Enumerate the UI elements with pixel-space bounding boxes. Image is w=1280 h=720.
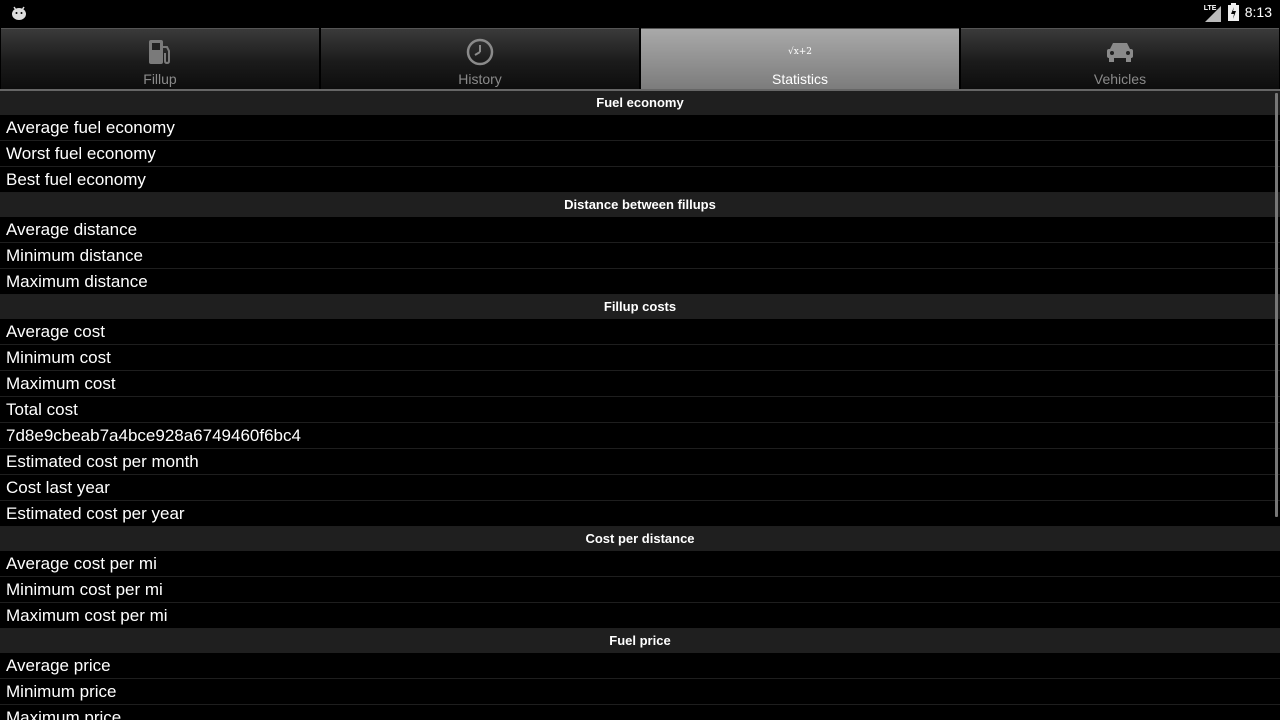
fuel-pump-icon — [144, 37, 176, 67]
stat-row[interactable]: Minimum cost per mi — [0, 577, 1280, 603]
stat-row[interactable]: Estimated cost per year — [0, 501, 1280, 527]
stat-row[interactable]: Average cost per mi — [0, 551, 1280, 577]
section-header: Distance between fillups — [0, 193, 1280, 217]
stat-row[interactable]: 7d8e9cbeab7a4bce928a6749460f6bc4 — [0, 423, 1280, 449]
stat-row[interactable]: Average price — [0, 653, 1280, 679]
stat-row[interactable]: Average distance — [0, 217, 1280, 243]
stat-row[interactable]: Minimum distance — [0, 243, 1280, 269]
battery-charging-icon — [1227, 3, 1239, 21]
signal-icon: LTE — [1203, 3, 1222, 22]
tab-statistics[interactable]: √x+2 Statistics — [641, 28, 959, 89]
stat-row[interactable]: Maximum cost per mi — [0, 603, 1280, 629]
stat-row[interactable]: Average cost — [0, 319, 1280, 345]
tab-vehicles[interactable]: Vehicles — [961, 28, 1279, 89]
stat-row[interactable]: Maximum price — [0, 705, 1280, 720]
android-notification-icon — [12, 6, 26, 20]
car-icon — [1104, 37, 1136, 67]
formula-icon-text: √x+2 — [787, 47, 813, 57]
tab-statistics-label: Statistics — [771, 71, 828, 87]
stat-row[interactable]: Estimated cost per month — [0, 449, 1280, 475]
section-header: Fillup costs — [0, 295, 1280, 319]
clock-icon — [464, 37, 496, 67]
stat-row[interactable]: Worst fuel economy — [0, 141, 1280, 167]
tab-fillup-label: Fillup — [143, 71, 177, 87]
formula-icon: √x+2 — [784, 37, 816, 67]
tab-bar: Fillup History √x+2 Statistics Vehicles — [0, 28, 1280, 90]
section-header: Fuel economy — [0, 91, 1280, 115]
tab-vehicles-label: Vehicles — [1093, 71, 1147, 87]
stat-row[interactable]: Minimum price — [0, 679, 1280, 705]
scrollbar[interactable] — [1275, 93, 1278, 517]
section-header: Cost per distance — [0, 527, 1280, 551]
tab-history[interactable]: History — [321, 28, 639, 89]
status-bar: LTE 8:13 — [0, 0, 1280, 24]
stat-row[interactable]: Maximum cost — [0, 371, 1280, 397]
section-header: Fuel price — [0, 629, 1280, 653]
network-type-label: LTE — [1203, 5, 1217, 12]
stat-row[interactable]: Best fuel economy — [0, 167, 1280, 193]
tab-history-label: History — [458, 71, 502, 87]
statistics-list[interactable]: Fuel economy Average fuel economy Worst fu… — [0, 91, 1280, 720]
clock: 8:13 — [1244, 4, 1272, 20]
stat-row[interactable]: Minimum cost — [0, 345, 1280, 371]
stat-row[interactable]: Cost last year — [0, 475, 1280, 501]
stat-row[interactable]: Average fuel economy — [0, 115, 1280, 141]
stat-row[interactable]: Maximum distance — [0, 269, 1280, 295]
stat-row[interactable]: Total cost — [0, 397, 1280, 423]
tab-fillup[interactable]: Fillup — [1, 28, 319, 89]
